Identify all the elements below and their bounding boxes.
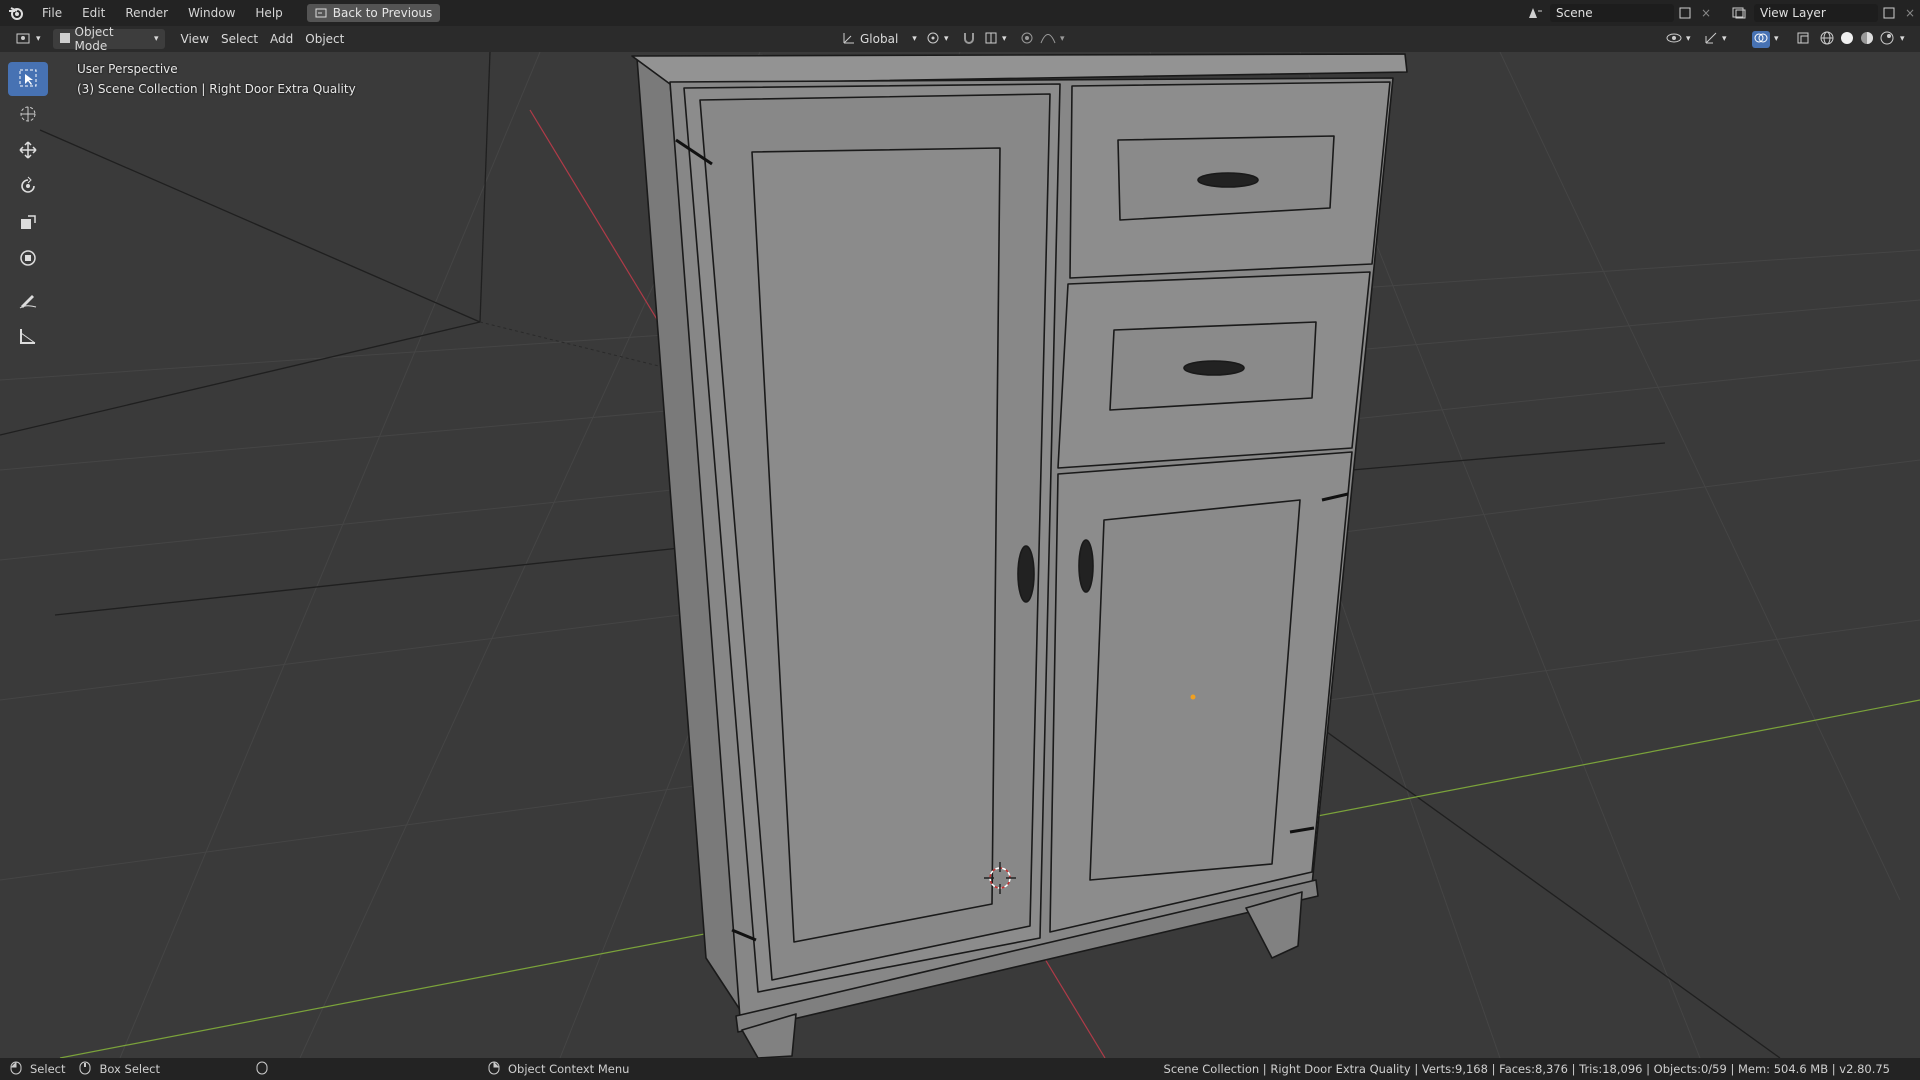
tool-measure[interactable] (8, 320, 48, 354)
proportional-icon (1020, 31, 1034, 48)
annotate-icon (18, 290, 38, 313)
view-layer-icon[interactable] (1724, 6, 1754, 20)
xray-icon (1796, 31, 1810, 48)
magnet-icon (962, 31, 976, 48)
tool-select-box[interactable] (8, 62, 48, 96)
chevron-down-icon: ▾ (154, 34, 159, 44)
close-scene-icon[interactable]: × (1696, 6, 1716, 20)
new-scene-icon[interactable] (1674, 7, 1696, 19)
overlays-icon (1752, 30, 1770, 48)
viewport-header: ▾ Object Mode ▾ View Select Add Object G… (0, 25, 1920, 53)
menu-help[interactable]: Help (245, 0, 292, 26)
rotate-icon (18, 176, 38, 199)
shading-options-dropdown[interactable]: ▾ (1894, 29, 1911, 49)
falloff-dropdown[interactable]: ▾ (1034, 29, 1071, 49)
overlays-dropdown[interactable]: ▾ (1746, 29, 1785, 49)
chevron-down-icon: ▾ (36, 34, 41, 44)
chevron-down-icon: ▾ (944, 34, 949, 44)
status-box-select-label: Box Select (99, 1062, 160, 1076)
snap-element-dropdown[interactable]: ▾ (978, 29, 1013, 49)
tool-cursor[interactable] (8, 98, 48, 132)
visibility-dropdown[interactable]: ▾ (1660, 29, 1697, 49)
object-mode-icon (59, 32, 71, 47)
menu-select[interactable]: Select (215, 29, 264, 49)
chevron-down-icon: ▾ (1722, 34, 1727, 44)
tool-scale[interactable] (8, 206, 48, 240)
viewport-scene (0, 52, 1920, 1058)
chevron-down-icon: ▾ (912, 34, 917, 44)
tool-transform[interactable] (8, 242, 48, 276)
back-icon (315, 7, 327, 19)
menu-window[interactable]: Window (178, 0, 245, 26)
object-mode-label: Object Mode (74, 25, 114, 53)
mouse-right-icon (488, 1061, 500, 1078)
orientation-icon (842, 31, 856, 48)
rendered-sphere-icon (1880, 31, 1894, 48)
back-to-previous-button[interactable]: Back to Previous (306, 4, 441, 22)
chevron-down-icon: ▾ (1060, 34, 1065, 44)
mouse-left-icon (10, 1061, 22, 1078)
snap-increment-icon (984, 31, 998, 48)
chevron-down-icon: ▾ (1900, 34, 1905, 44)
scene-statistics: Scene Collection | Right Door Extra Qual… (1163, 1062, 1890, 1076)
pivot-icon (926, 31, 940, 48)
chevron-down-icon: ▾ (1774, 34, 1779, 44)
tool-shelf (8, 62, 48, 354)
menu-add[interactable]: Add (264, 29, 299, 49)
chevron-down-icon: ▾ (1002, 34, 1007, 44)
pivot-point-dropdown[interactable]: ▾ (920, 29, 955, 49)
scene-name: Scene (1556, 6, 1593, 20)
close-view-layer-icon[interactable]: × (1900, 6, 1920, 20)
orientation-label: Global (860, 32, 899, 46)
cabinet-model (631, 53, 1408, 1058)
object-origin (1190, 694, 1196, 700)
tool-rotate[interactable] (8, 170, 48, 204)
top-right-controls: Scene × View Layer × (1520, 0, 1920, 26)
scale-icon (18, 212, 38, 235)
transform-orientation-dropdown[interactable]: Global ▾ (836, 29, 923, 49)
view-layer-name: View Layer (1760, 6, 1826, 20)
menu-render[interactable]: Render (115, 0, 178, 26)
3d-viewport[interactable]: User Perspective (3) Scene Collection | … (0, 52, 1920, 1058)
object-mode-dropdown[interactable]: Object Mode ▾ (52, 25, 165, 53)
move-icon (18, 140, 38, 163)
transform-icon (18, 248, 38, 271)
tool-annotate[interactable] (8, 284, 48, 318)
menu-view[interactable]: View (175, 29, 215, 49)
menu-object[interactable]: Object (299, 29, 350, 49)
wireframe-sphere-icon (1820, 31, 1834, 48)
status-context-menu-label: Object Context Menu (508, 1062, 630, 1076)
scene-icon[interactable] (1520, 6, 1550, 20)
status-bar: Select Box Select Object Context Menu Sc… (0, 1058, 1920, 1080)
mouse-middle-icon (79, 1061, 91, 1078)
status-select-label: Select (30, 1062, 66, 1076)
tool-move[interactable] (8, 134, 48, 168)
top-bar: File Edit Render Window Help Back to Pre… (0, 0, 1920, 26)
editor-type-icon (16, 31, 32, 48)
view-layer-field[interactable]: View Layer (1754, 4, 1878, 22)
blender-logo-icon[interactable] (0, 0, 32, 26)
eye-icon (1666, 32, 1682, 47)
falloff-icon (1040, 32, 1056, 47)
viewport-perspective-label: User Perspective (77, 62, 178, 76)
select-box-icon (18, 68, 38, 91)
viewport-collection-label: (3) Scene Collection | Right Door Extra … (77, 82, 356, 96)
material-sphere-icon (1860, 31, 1874, 48)
measure-icon (18, 326, 38, 349)
back-button-label: Back to Previous (332, 6, 433, 20)
chevron-down-icon: ▾ (1686, 34, 1691, 44)
cursor-icon (18, 104, 38, 127)
xray-toggle[interactable] (1790, 29, 1816, 49)
new-view-layer-icon[interactable] (1878, 7, 1900, 19)
solid-sphere-icon (1840, 31, 1854, 48)
scene-name-field[interactable]: Scene (1550, 4, 1674, 22)
menu-edit[interactable]: Edit (72, 0, 115, 26)
editor-type-dropdown[interactable]: ▾ (10, 29, 47, 49)
gizmo-dropdown[interactable]: ▾ (1698, 29, 1733, 49)
menu-file[interactable]: File (32, 0, 72, 26)
gizmo-icon (1704, 31, 1718, 48)
mouse-scroll-icon (256, 1061, 268, 1078)
